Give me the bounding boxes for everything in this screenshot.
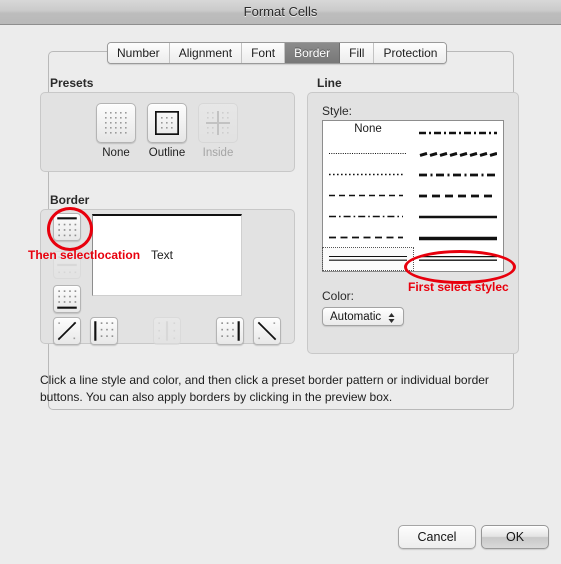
- thin-dashed-line-icon: [329, 194, 403, 197]
- border-middle-vertical-button: [153, 317, 181, 345]
- thick-solid-line-icon: [419, 236, 497, 241]
- presets-group-label: Presets: [50, 76, 94, 90]
- line-style-none-label: None: [354, 123, 382, 135]
- line-group-label: Line: [317, 76, 342, 90]
- dashed-line-icon: [329, 236, 403, 239]
- color-label: Color:: [322, 289, 355, 303]
- border-diagonal-down-button[interactable]: [253, 317, 281, 345]
- ok-button[interactable]: OK: [481, 525, 549, 549]
- line-style-dotted[interactable]: [323, 163, 413, 184]
- line-style-thin-dashed[interactable]: [323, 184, 413, 205]
- border-middle-vertical-icon: [158, 321, 176, 341]
- border-none-icon: [96, 103, 136, 143]
- dash-slant-line-icon: [419, 152, 497, 157]
- border-right-icon: [221, 321, 240, 341]
- border-diagonal-up-icon: [57, 321, 77, 341]
- preset-none[interactable]: None: [89, 103, 143, 159]
- preset-outline-label: Outline: [148, 147, 186, 159]
- inside-grid-glyph: [206, 111, 230, 135]
- border-bottom-button[interactable]: [53, 285, 81, 313]
- line-style-thick-solid[interactable]: [413, 226, 503, 247]
- tab-protection[interactable]: Protection: [374, 43, 447, 63]
- line-style-dash-dot-thick[interactable]: [413, 121, 503, 142]
- tab-font[interactable]: Font: [242, 43, 286, 63]
- border-left-button[interactable]: [90, 317, 118, 345]
- dash-dot-medium-line-icon: [419, 173, 497, 177]
- window-title: Format Cells: [243, 4, 318, 19]
- border-diagonal-down-icon: [257, 321, 277, 341]
- annotation-first-select-style: First select stylec: [408, 280, 509, 294]
- dash-dot-thick-line-icon: [419, 131, 497, 135]
- line-style-dashed[interactable]: [323, 226, 413, 247]
- line-style-none[interactable]: None: [323, 121, 413, 142]
- fine-dotted-line-icon: [329, 153, 407, 154]
- line-style-dash-slant[interactable]: [413, 142, 503, 163]
- preset-inside: Inside: [191, 103, 245, 159]
- line-style-medium-dashed[interactable]: [413, 184, 503, 205]
- line-style-grid: None: [322, 120, 504, 272]
- line-style-dash-dot-medium[interactable]: [413, 163, 503, 184]
- preview-text: Text: [151, 248, 174, 262]
- line-style-fine-dotted[interactable]: [323, 142, 413, 163]
- preset-outline[interactable]: Outline: [140, 103, 194, 159]
- border-right-button[interactable]: [216, 317, 244, 345]
- border-diagonal-up-button[interactable]: [53, 317, 81, 345]
- line-style-medium-solid[interactable]: [413, 205, 503, 226]
- tab-fill[interactable]: Fill: [340, 43, 375, 63]
- double-line-icon: [329, 255, 407, 261]
- annotation-ellipse-border-button: [47, 207, 93, 251]
- tab-bar: Number Alignment Font Border Fill Protec…: [107, 42, 448, 64]
- preset-inside-label: Inside: [202, 147, 234, 159]
- border-outline-icon: [147, 103, 187, 143]
- outline-grid-glyph: [155, 111, 179, 135]
- color-select[interactable]: Automatic: [322, 307, 404, 326]
- style-label: Style:: [322, 104, 353, 118]
- tab-border[interactable]: Border: [285, 43, 341, 63]
- format-cells-dialog: Format Cells Number Alignment Font Borde…: [0, 0, 561, 564]
- medium-solid-line-icon: [419, 215, 497, 219]
- updown-arrows-icon: [387, 310, 396, 325]
- title-bar: Format Cells: [0, 0, 561, 25]
- dotted-line-icon: [329, 173, 403, 176]
- cancel-button[interactable]: Cancel: [398, 525, 476, 549]
- dash-dot-line-icon: [329, 215, 403, 218]
- preset-none-label: None: [102, 147, 130, 159]
- help-text: Click a line style and color, and then c…: [40, 373, 489, 404]
- stepper-arrows-glyph: [388, 312, 395, 323]
- border-bottom-icon: [57, 290, 77, 309]
- line-style-double-selected[interactable]: [322, 247, 414, 271]
- border-inside-icon: [198, 103, 238, 143]
- border-left-icon: [94, 321, 114, 341]
- line-style-dash-dot[interactable]: [323, 205, 413, 226]
- color-select-value: Automatic: [330, 310, 382, 323]
- border-group-label: Border: [50, 193, 90, 207]
- annotation-then-select-location: Then selectlocation: [28, 248, 141, 262]
- tab-alignment[interactable]: Alignment: [169, 43, 243, 63]
- dotted-grid-glyph: [105, 112, 127, 134]
- medium-dashed-line-icon: [419, 194, 497, 198]
- annotation-ellipse-line-style: [404, 250, 516, 284]
- tab-number[interactable]: Number: [108, 43, 170, 63]
